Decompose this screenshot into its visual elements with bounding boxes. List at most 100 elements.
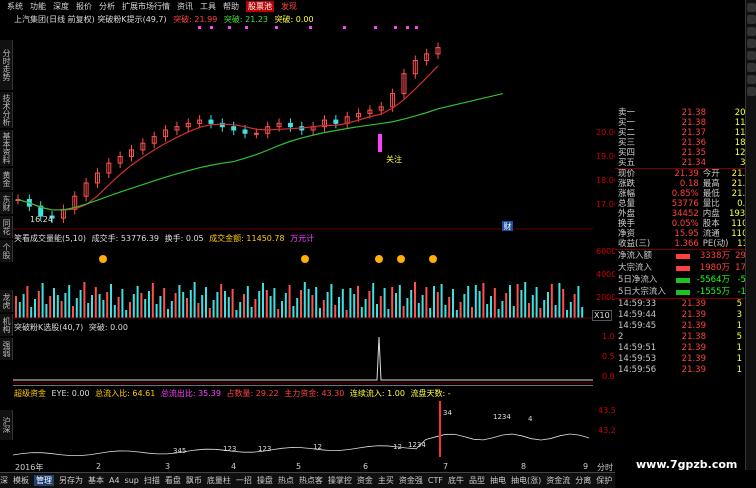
bottom-tab[interactable]: 扫描 <box>144 475 160 486</box>
volume-bar <box>482 283 485 318</box>
coin-icon <box>99 255 107 263</box>
chart-title: 上汽集团(日线 前复权) 突破粉K提示(49,7) <box>14 15 167 24</box>
tab-hushen[interactable]: 沪深 <box>0 410 13 440</box>
tool-icon[interactable] <box>747 75 756 84</box>
menu-item[interactable]: 功能 <box>30 1 46 12</box>
bottom-tab[interactable]: 飘币 <box>186 475 202 486</box>
bottom-tab[interactable]: 一招 <box>236 475 252 486</box>
stat-row: 净资 15.95 流通 110亿 <box>615 229 756 239</box>
bottom-tab[interactable]: 抽电(涨) <box>511 475 541 486</box>
menu-item[interactable]: 深度 <box>53 1 69 12</box>
bottom-tab[interactable]: 另存为 <box>59 475 83 486</box>
fund-label: 1234 <box>408 441 426 449</box>
feedback-button[interactable]: 发现 <box>281 1 297 12</box>
bottom-tab[interactable]: CTF <box>428 476 443 485</box>
bottom-tab[interactable]: 操盘 <box>257 475 273 486</box>
stock-pool-button[interactable]: 股票池 <box>246 0 274 12</box>
bottom-tab[interactable]: 底量柱 <box>207 475 231 486</box>
bottom-tab[interactable]: 深 <box>0 475 8 486</box>
volume-bar <box>189 290 192 318</box>
tick-row: 14:59:33 21.39 5 <box>615 299 756 310</box>
focus-label: 关注 <box>386 155 402 164</box>
bottom-tab[interactable]: 主买 <box>378 475 394 486</box>
flow-value: 1980万 <box>699 263 730 273</box>
volume-bar <box>98 294 101 318</box>
menu-item[interactable]: 帮助 <box>223 1 239 12</box>
tool-icon[interactable] <box>747 39 756 48</box>
bottom-tab[interactable]: A4 <box>109 476 120 485</box>
tab-tonghua[interactable]: 同花 <box>0 216 13 238</box>
bottom-tab[interactable]: sup <box>125 476 139 485</box>
volume-bar <box>429 308 432 318</box>
kpanel-value: 突破: 0.00 <box>88 323 128 332</box>
menu-item[interactable]: 系统 <box>7 1 23 12</box>
bottom-tab[interactable]: 管理 <box>34 475 54 486</box>
bottom-tab[interactable]: 模板 <box>13 475 29 486</box>
order-label: 卖一 <box>618 108 636 118</box>
tab-dongcai[interactable]: 东财 <box>0 192 13 214</box>
bottom-tab[interactable]: 资金强 <box>399 475 423 486</box>
fenshi-button[interactable]: 分时 <box>597 462 613 473</box>
bottom-tab[interactable]: 热点 <box>278 475 294 486</box>
fund-chart[interactable]: 345 123 123 12 12 1234 34 1234 4 <box>13 385 593 462</box>
tab-info[interactable]: 基本资料 <box>0 130 13 166</box>
tab-longhu[interactable]: 龙虎 <box>0 290 13 312</box>
tab-gold[interactable]: 黄金 <box>0 168 13 190</box>
finance-marker[interactable]: 财 <box>502 221 513 231</box>
volume-bar <box>452 289 454 318</box>
volume-bar <box>258 291 261 318</box>
tick-volume: 1 <box>736 321 742 331</box>
bottom-tab[interactable]: 抽电 <box>490 475 506 486</box>
tool-icon[interactable] <box>747 87 756 96</box>
bottom-tab[interactable]: 底牛 <box>448 475 464 486</box>
x-axis: 2016年 2 3 4 5 6 7 8 9 <box>13 462 613 472</box>
stat-row: 换手 0.05% 股本 110亿 <box>615 219 756 229</box>
stat-label: 现价 <box>618 169 636 179</box>
volume-bar <box>311 295 314 318</box>
breakout-chart[interactable] <box>13 332 593 384</box>
tool-icon[interactable] <box>747 27 756 36</box>
volume-bar <box>463 294 466 318</box>
volume-bar <box>144 299 147 318</box>
tool-icon[interactable] <box>747 3 756 12</box>
bottom-tab[interactable]: 资金流 <box>546 475 570 486</box>
stat-row: 现价 21.39 今开 21.20 <box>615 169 756 179</box>
bottom-tab[interactable]: 基本 <box>88 475 104 486</box>
tab-fenshi[interactable]: 分时走势 <box>0 40 13 90</box>
tool-icon[interactable] <box>747 15 756 24</box>
tab-tech[interactable]: 技术分析 <box>0 92 13 128</box>
tab-jigou[interactable]: 机构 <box>0 314 13 336</box>
menu-item[interactable]: 工具 <box>200 1 216 12</box>
volume-bar <box>178 285 181 318</box>
volume-bar <box>79 290 82 318</box>
vol-unit: X10 <box>592 310 612 321</box>
signal-mark <box>343 26 346 29</box>
x-tick: 8 <box>521 462 527 471</box>
bottom-tab[interactable]: 看盘 <box>165 475 181 486</box>
tool-icon[interactable] <box>747 63 756 72</box>
menu-item[interactable]: 分析 <box>99 1 115 12</box>
candle <box>242 129 248 134</box>
volume-bar <box>353 294 356 318</box>
price-chart[interactable] <box>13 24 593 230</box>
tab-stock[interactable]: 个股 <box>0 240 13 262</box>
tool-icon[interactable] <box>747 51 756 60</box>
menu-item[interactable]: 报价 <box>76 1 92 12</box>
bottom-tab[interactable]: 热点客 <box>299 475 323 486</box>
volume-bar <box>94 287 97 318</box>
volume-bar <box>174 293 177 318</box>
menu-item[interactable]: 资讯 <box>177 1 193 12</box>
stat-label: 今开 <box>702 169 720 179</box>
bottom-tab[interactable]: 资金 <box>357 475 373 486</box>
bottom-tab[interactable]: 分离 <box>575 475 591 486</box>
bottom-tab[interactable]: 品型 <box>469 475 485 486</box>
volume-bar <box>531 295 534 318</box>
bottom-tab[interactable]: 操掌控 <box>328 475 352 486</box>
volume-chart[interactable] <box>13 244 593 319</box>
order-price: 21.36 <box>681 138 706 148</box>
volume-bar <box>425 287 428 318</box>
tab-qiangruo[interactable]: 强弱 <box>0 338 13 360</box>
fund-label: 345 <box>173 447 186 455</box>
bottom-tab[interactable]: 保护 <box>596 475 612 486</box>
menu-item[interactable]: 扩展市场行情 <box>122 1 170 12</box>
